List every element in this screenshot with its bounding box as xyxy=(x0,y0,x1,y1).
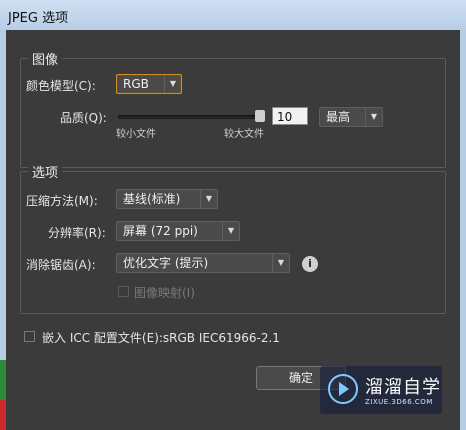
window-title: JPEG 选项 xyxy=(8,11,69,26)
options-group-legend: 选项 xyxy=(28,162,63,181)
antialias-dropdown[interactable]: 优化文字 (提示) ▼ xyxy=(116,253,290,273)
image-group-legend: 图像 xyxy=(28,49,63,68)
play-logo-icon xyxy=(328,374,358,404)
chevron-down-icon: ▼ xyxy=(365,108,382,126)
dialog-body: 图像 颜色模型(C): RGB ▼ 品质(Q): 10 最高 ▼ 较小文件 较大… xyxy=(6,30,460,430)
quality-slider-thumb[interactable] xyxy=(255,110,265,122)
watermark: 溜溜自学 ZIXUE.3D66.COM xyxy=(320,366,442,414)
embed-icc-checkbox[interactable] xyxy=(24,331,35,342)
resolution-value: 屏幕 (72 ppi) xyxy=(123,224,198,238)
compression-value: 基线(标准) xyxy=(123,192,181,206)
slider-min-label: 较小文件 xyxy=(116,129,156,140)
image-map-checkbox[interactable] xyxy=(118,286,129,297)
antialias-value: 优化文字 (提示) xyxy=(123,256,209,270)
quality-level-dropdown[interactable]: 最高 ▼ xyxy=(319,107,383,127)
chevron-down-icon: ▼ xyxy=(164,75,181,93)
watermark-url: ZIXUE.3D66.COM xyxy=(365,398,433,406)
embed-icc-label: 嵌入 ICC 配置文件(E):sRGB IEC61966-2.1 xyxy=(42,331,280,345)
quality-number-input[interactable]: 10 xyxy=(272,107,308,125)
resolution-dropdown[interactable]: 屏幕 (72 ppi) ▼ xyxy=(116,221,240,241)
chevron-down-icon: ▼ xyxy=(200,190,217,208)
quality-level-value: 最高 xyxy=(326,110,351,124)
chevron-down-icon: ▼ xyxy=(222,222,239,240)
color-model-label: 颜色模型(C): xyxy=(26,79,96,93)
title-bar: JPEG 选项 xyxy=(0,0,466,31)
compression-dropdown[interactable]: 基线(标准) ▼ xyxy=(116,189,218,209)
quality-slider-track[interactable] xyxy=(118,115,260,119)
compression-label: 压缩方法(M): xyxy=(26,194,98,208)
color-model-dropdown[interactable]: RGB ▼ xyxy=(116,74,182,94)
resolution-label: 分辨率(R): xyxy=(48,226,106,240)
window-frame-right xyxy=(460,30,466,430)
watermark-brand: 溜溜自学 xyxy=(365,377,441,398)
antialias-label: 消除锯齿(A): xyxy=(26,258,96,272)
chevron-down-icon: ▼ xyxy=(272,254,289,272)
slider-max-label: 较大文件 xyxy=(224,129,264,140)
info-icon[interactable]: i xyxy=(302,256,318,272)
image-map-label: 图像映射(I) xyxy=(134,286,195,300)
color-model-value: RGB xyxy=(123,77,149,91)
quality-label: 品质(Q): xyxy=(60,111,107,125)
